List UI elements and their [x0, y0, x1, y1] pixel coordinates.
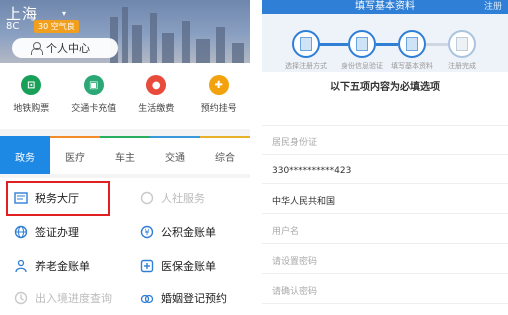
quick-action-utility[interactable]: ● 生活缴费: [125, 63, 188, 129]
quick-action-label: 生活缴费: [138, 104, 175, 114]
id-type-field[interactable]: 居民身份证: [262, 129, 508, 155]
tab-vehicle-owner[interactable]: 车主: [100, 136, 150, 174]
service-label: 签证办理: [35, 226, 79, 239]
service-tax-hall[interactable]: 税务大厅: [14, 185, 114, 211]
required-fields-note: 以下五项内容为必填选项: [330, 82, 440, 93]
service-housing-fund[interactable]: ¥ 公积金账单: [140, 219, 240, 245]
quick-action-appointment[interactable]: ✚ 预约挂号: [188, 63, 251, 129]
tab-medical[interactable]: 医疗: [50, 136, 100, 174]
profile-center-label: 个人中心: [46, 42, 90, 55]
step-connector: [376, 43, 398, 46]
step-label: 填写基本资料: [391, 62, 433, 70]
step-label: 注册完成: [448, 62, 476, 70]
password-field[interactable]: 请设置密码: [262, 248, 508, 274]
transit-card-icon: ▣: [83, 75, 104, 95]
quick-action-label: 预约挂号: [200, 104, 237, 114]
quick-action-metro[interactable]: ⊡ 地铁购票: [0, 63, 63, 129]
tab-general[interactable]: 综合: [200, 136, 250, 174]
navigation-bar: 填写基本资料 注册: [262, 0, 508, 14]
real-name-field[interactable]: [262, 100, 508, 126]
service-immigration-progress[interactable]: 出入境进度查询: [14, 285, 134, 311]
service-marriage-appointment[interactable]: 婚姻登记预约: [140, 285, 240, 311]
service-social-security[interactable]: 人社服务: [140, 185, 240, 211]
service-label: 税务大厅: [35, 192, 79, 205]
marriage-icon: [140, 291, 154, 305]
air-quality-badge: 30 空气良: [34, 20, 79, 33]
svg-text:¥: ¥: [144, 228, 149, 237]
tab-transport[interactable]: 交通: [150, 136, 200, 174]
registration-steps: 选择注册方式 身份信息验证 填写基本资料 注册完成: [262, 14, 508, 72]
medical-insurance-icon: [140, 259, 154, 273]
id-number-field[interactable]: 330**********423: [262, 158, 508, 184]
service-label: 婚姻登记预约: [161, 292, 227, 305]
step-connector: [426, 43, 448, 46]
service-label: 人社服务: [161, 192, 205, 205]
service-category-tabs: 政务 医疗 车主 交通 综合: [0, 136, 250, 174]
service-medical-insurance[interactable]: 医保金账单: [140, 253, 240, 279]
utility-payment-icon: ●: [146, 75, 167, 95]
tab-government[interactable]: 政务: [0, 136, 50, 174]
service-label: 养老金账单: [35, 260, 90, 273]
step-2-icon: [348, 30, 376, 58]
service-pension[interactable]: 养老金账单: [14, 253, 114, 279]
service-grid: 税务大厅 人社服务 签证办理 ¥ 公积金账单 养老金账单 医保金账单 出入境进度…: [0, 178, 250, 315]
chevron-down-icon[interactable]: ▾: [62, 9, 66, 18]
step-3-icon: [398, 30, 426, 58]
immigration-icon: [14, 291, 28, 305]
quick-action-transit-card[interactable]: ▣ 交通卡充值: [63, 63, 126, 129]
weather-temperature: 8C: [6, 21, 20, 32]
city-banner: 上海 ▾ 8C 30 空气良 个人中心: [0, 0, 250, 63]
step-label: 选择注册方式: [285, 62, 327, 70]
quick-action-label: 交通卡充值: [71, 104, 117, 114]
register-link[interactable]: 注册: [484, 0, 502, 14]
registration-form-app: 填写基本资料 注册 选择注册方式 身份信息验证 填写基本资料 注册完成 以下五项…: [262, 0, 508, 315]
profile-center-button[interactable]: 个人中心: [12, 38, 118, 58]
step-4-icon: [448, 30, 476, 58]
social-security-icon: [140, 191, 154, 205]
service-label: 公积金账单: [161, 226, 216, 239]
quick-action-label: 地铁购票: [13, 104, 50, 114]
quick-actions: ⊡ 地铁购票 ▣ 交通卡充值 ● 生活缴费 ✚ 预约挂号: [0, 63, 250, 129]
visa-icon: [14, 225, 28, 239]
step-1-icon: [292, 30, 320, 58]
confirm-password-field[interactable]: 请确认密码: [262, 278, 508, 304]
appointment-icon: ✚: [208, 75, 229, 95]
pension-icon: [14, 259, 28, 273]
service-label: 出入境进度查询: [35, 292, 112, 305]
username-field[interactable]: 用户名: [262, 218, 508, 244]
citizen-services-app: 上海 ▾ 8C 30 空气良 个人中心 ⊡ 地铁购票 ▣ 交通卡充值 ● 生活缴…: [0, 0, 250, 315]
nationality-field[interactable]: 中华人民共和国: [262, 188, 508, 214]
service-label: 医保金账单: [161, 260, 216, 273]
service-visa[interactable]: 签证办理: [14, 219, 114, 245]
step-label: 身份信息验证: [341, 62, 383, 70]
metro-ticket-icon: ⊡: [21, 75, 42, 95]
housing-fund-icon: ¥: [140, 225, 154, 239]
page-title: 填写基本资料: [355, 1, 415, 12]
user-icon: [30, 42, 43, 55]
tax-hall-icon: [14, 191, 28, 205]
